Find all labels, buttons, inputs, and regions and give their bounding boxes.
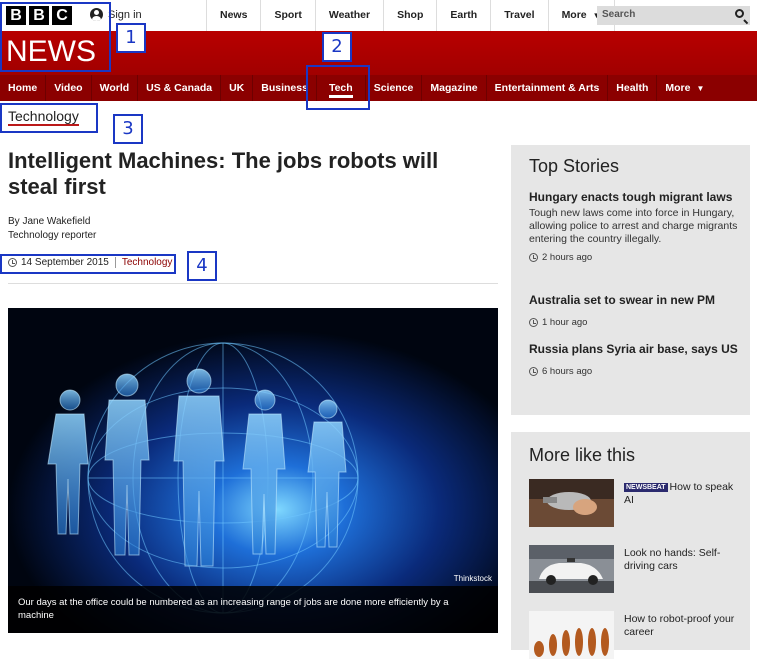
sign-in-label: Sign in	[108, 8, 142, 21]
related-story-text[interactable]: NEWSBEAT How to speak AI	[624, 481, 739, 507]
related-story-text[interactable]: How to robot-proof your career	[624, 613, 739, 639]
robot-hand-thumbnail	[529, 479, 614, 527]
annotation-box-3	[0, 103, 98, 133]
top-nav-more-label: More	[561, 9, 587, 21]
top-stories-panel: Top Stories Hungary enacts tough migrant…	[511, 145, 750, 415]
top-nav-sport[interactable]: Sport	[260, 0, 314, 31]
annotation-label-4: 4	[187, 251, 217, 281]
top-story-item[interactable]: Russia plans Syria air base, says US 6 h…	[529, 342, 739, 377]
annotation-box-1	[0, 2, 111, 72]
top-nav: News Sport Weather Shop Earth Travel Mor…	[206, 0, 615, 31]
top-story-time: 1 hour ago	[529, 317, 739, 328]
image-caption: Our days at the office could be numbered…	[18, 597, 449, 621]
related-story-title: How to robot-proof your career	[624, 613, 735, 638]
related-story[interactable]: How to robot-proof your career	[529, 611, 744, 659]
top-nav-earth[interactable]: Earth	[436, 0, 490, 31]
top-story-time-label: 1 hour ago	[542, 317, 588, 328]
top-story-headline[interactable]: Russia plans Syria air base, says US	[529, 342, 739, 357]
nav-more-label: More	[665, 82, 691, 94]
image-credit: Thinkstock	[453, 574, 492, 583]
related-story[interactable]: Look no hands: Self-driving cars	[529, 545, 744, 593]
hero-image: Thinkstock Our days at the office could …	[8, 308, 498, 633]
related-story-title: Look no hands: Self-driving cars	[624, 547, 721, 572]
divider	[8, 283, 498, 284]
annotation-label-2: 2	[322, 32, 352, 62]
more-like-this-panel: More like this NEWSBEATHow to speak AI	[511, 432, 750, 659]
top-nav-news[interactable]: News	[206, 0, 260, 31]
search-icon[interactable]	[735, 9, 744, 18]
nav-item-home[interactable]: Home	[0, 75, 47, 101]
top-story-item[interactable]: Australia set to swear in new PM 1 hour …	[529, 293, 739, 328]
nav-item-health[interactable]: Health	[608, 75, 658, 101]
nav-item-uk[interactable]: UK	[221, 75, 254, 101]
search-input[interactable]: Search	[597, 6, 750, 25]
related-story-text[interactable]: Look no hands: Self-driving cars	[624, 547, 739, 573]
nav-item-science[interactable]: Science	[366, 75, 423, 101]
more-like-this-title: More like this	[529, 445, 636, 465]
related-thumbnail[interactable]	[529, 545, 614, 593]
top-story-headline[interactable]: Australia set to swear in new PM	[529, 293, 739, 308]
nav-item-video[interactable]: Video	[46, 75, 92, 101]
clock-icon	[529, 253, 538, 262]
author-role: Technology reporter	[8, 230, 97, 241]
clock-icon	[529, 367, 538, 376]
byline: By Jane Wakefield Technology reporter	[8, 215, 96, 243]
evolution-thumbnail	[529, 611, 614, 659]
top-nav-travel[interactable]: Travel	[490, 0, 547, 31]
hero-illustration	[8, 308, 498, 633]
related-thumbnail[interactable]	[529, 611, 614, 659]
nav-item-us-canada[interactable]: US & Canada	[138, 75, 222, 101]
nav-item-magazine[interactable]: Magazine	[422, 75, 487, 101]
newsbeat-badge: NEWSBEAT	[624, 483, 668, 492]
annotation-box-2	[306, 65, 370, 110]
top-story-time-label: 6 hours ago	[542, 366, 593, 377]
related-story[interactable]: NEWSBEAT How to speak AI	[529, 479, 744, 527]
nav-item-more[interactable]: More ▼	[657, 75, 712, 101]
annotation-label-3: 3	[113, 114, 143, 144]
chevron-down-icon: ▼	[696, 84, 705, 93]
top-nav-weather[interactable]: Weather	[314, 0, 383, 31]
top-nav-shop[interactable]: Shop	[383, 0, 436, 31]
annotation-box-4	[0, 254, 176, 274]
nav-item-world[interactable]: World	[92, 75, 139, 101]
top-bar: B B C Sign in News Sport Weather Shop Ea…	[0, 0, 757, 32]
clock-icon	[529, 318, 538, 327]
top-stories-title: Top Stories	[529, 156, 620, 176]
top-story-headline[interactable]: Hungary enacts tough migrant laws	[529, 190, 739, 205]
annotation-label-1: 1	[116, 23, 146, 53]
author-name: By Jane Wakefield	[8, 216, 91, 227]
article-headline: Intelligent Machines: The jobs robots wi…	[8, 148, 439, 199]
news-masthead: NEWS	[0, 31, 757, 75]
top-story-time-label: 2 hours ago	[542, 252, 593, 263]
top-story-time: 6 hours ago	[529, 366, 739, 377]
top-story-time: 2 hours ago	[529, 252, 739, 263]
main-nav: Home Video World US & Canada UK Business…	[0, 75, 757, 101]
nav-item-entertainment-arts[interactable]: Entertainment & Arts	[487, 75, 609, 101]
related-thumbnail[interactable]	[529, 479, 614, 527]
self-driving-car-thumbnail	[529, 545, 614, 593]
search-placeholder: Search	[602, 9, 636, 20]
top-story-item[interactable]: Hungary enacts tough migrant laws Tough …	[529, 190, 739, 263]
top-story-summary: Tough new laws come into force in Hungar…	[529, 207, 738, 245]
